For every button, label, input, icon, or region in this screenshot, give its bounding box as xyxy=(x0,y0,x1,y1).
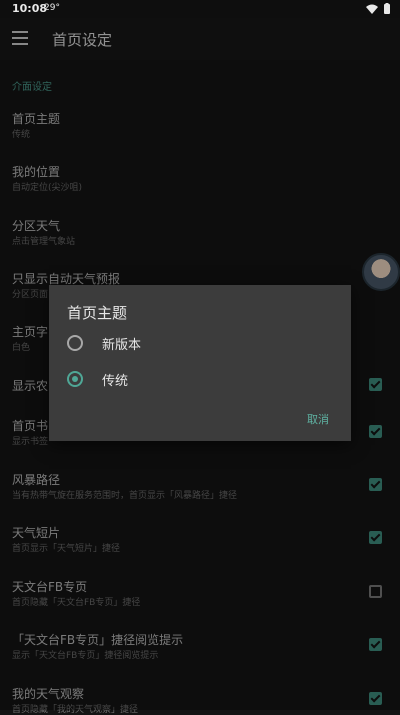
radio-button[interactable] xyxy=(67,371,83,387)
option-traditional[interactable]: 传统 xyxy=(49,363,351,395)
temperature-indicator: 29° xyxy=(44,3,60,13)
dialog-title: 首页主题 xyxy=(67,304,128,322)
status-icons xyxy=(366,3,390,14)
battery-icon xyxy=(384,3,390,14)
clock: 10:08 xyxy=(12,2,48,15)
wifi-icon xyxy=(366,4,378,14)
theme-dialog: 首页主题 新版本 传统 取消 xyxy=(49,285,351,441)
cancel-button[interactable]: 取消 xyxy=(307,411,329,427)
status-bar: 10:08 29° xyxy=(0,0,400,18)
radio-button[interactable] xyxy=(67,335,83,351)
option-label: 新版本 xyxy=(102,338,142,353)
option-label: 传统 xyxy=(102,374,129,389)
option-new-version[interactable]: 新版本 xyxy=(49,327,351,359)
